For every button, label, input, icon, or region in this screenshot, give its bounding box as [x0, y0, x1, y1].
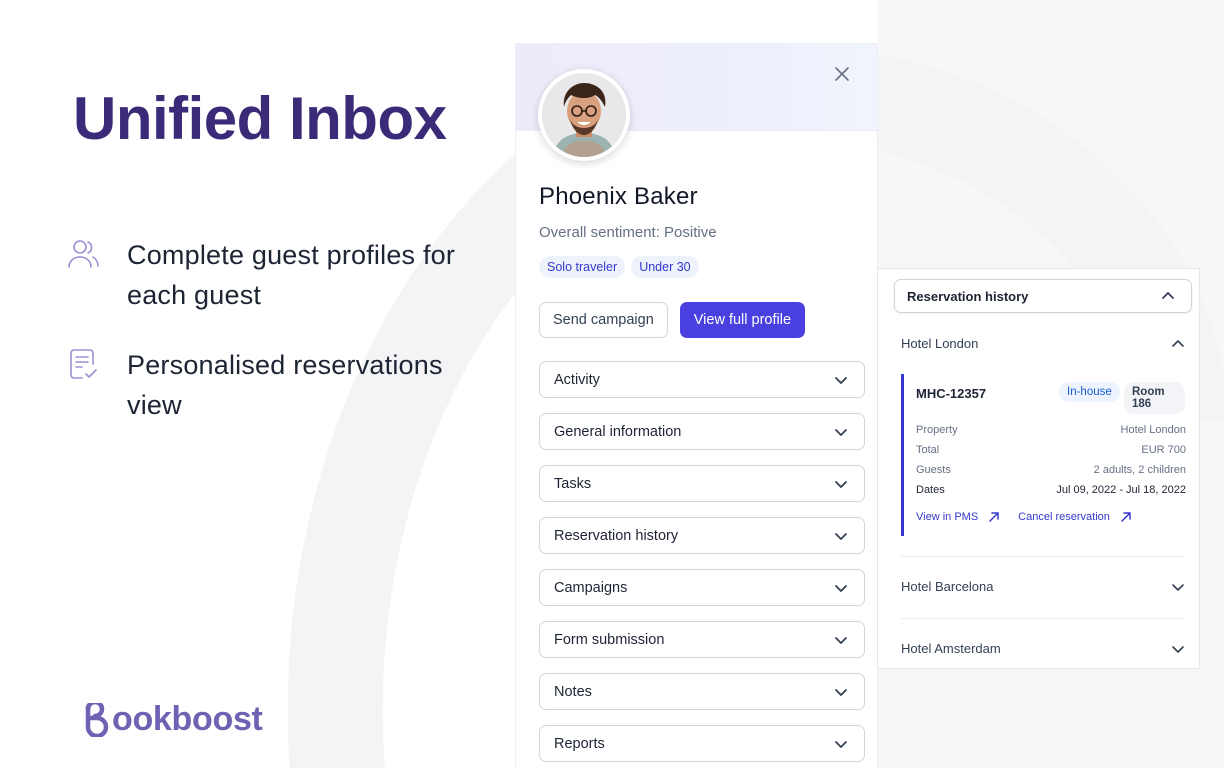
reservation-history-header[interactable]: Reservation history — [894, 279, 1192, 313]
reservation-links: View in PMS Cancel reservation — [916, 511, 1132, 523]
detail-property: Property Hotel London — [916, 424, 1186, 436]
view-in-pms-link[interactable]: View in PMS — [916, 511, 1000, 523]
logo-text: ookboost — [112, 700, 263, 738]
detail-label: Property — [916, 424, 958, 436]
tag-under-30: Under 30 — [631, 256, 699, 278]
detail-dates: Dates Jul 09, 2022 - Jul 18, 2022 — [916, 484, 1186, 496]
users-icon — [68, 240, 99, 268]
section-reports[interactable]: Reports — [539, 725, 865, 762]
tag-solo-traveler: Solo traveler — [539, 256, 626, 278]
avatar — [538, 69, 630, 161]
section-notes[interactable]: Notes — [539, 673, 865, 710]
section-label: Reservation history — [554, 527, 679, 544]
chevron-up-icon — [1172, 339, 1184, 347]
divider — [901, 618, 1185, 619]
hotel-name: Hotel Amsterdam — [901, 641, 1001, 656]
reservation-card: MHC-12357 In-house Room 186 Property Hot… — [901, 374, 1186, 536]
arrow-up-right-icon — [989, 512, 999, 522]
detail-label: Guests — [916, 464, 951, 476]
link-label: Cancel reservation — [1018, 511, 1110, 523]
document-check-icon — [70, 349, 97, 379]
hotel-name: Hotel London — [901, 336, 979, 351]
hotel-row-barcelona[interactable]: Hotel Barcelona — [901, 579, 1185, 594]
chevron-down-icon — [835, 584, 847, 592]
section-label: General information — [554, 423, 682, 440]
chevron-up-icon — [1162, 292, 1174, 299]
chevron-down-icon — [835, 376, 847, 384]
bookboost-logo-mark — [85, 702, 109, 737]
guest-tags: Solo traveler Under 30 — [539, 256, 699, 278]
page-title: Unified Inbox — [73, 85, 447, 152]
detail-value: Jul 09, 2022 - Jul 18, 2022 — [1056, 484, 1186, 496]
chevron-down-icon — [835, 688, 847, 696]
guest-name: Phoenix Baker — [539, 183, 698, 210]
hotel-row-london[interactable]: Hotel London — [901, 336, 1185, 351]
chevron-down-icon — [835, 636, 847, 644]
reservation-history-panel: Reservation history Hotel London MHC-123… — [877, 268, 1200, 669]
chevron-down-icon — [1172, 645, 1184, 653]
reservation-code: MHC-12357 — [916, 386, 987, 401]
section-label: Form submission — [554, 631, 665, 648]
feature-text: Personalised reservations view — [127, 350, 443, 420]
chevron-down-icon — [835, 428, 847, 436]
detail-value: EUR 700 — [1141, 444, 1186, 456]
feature-text: Complete guest profiles for each guest — [127, 240, 456, 310]
link-label: View in PMS — [916, 511, 979, 523]
chevron-down-icon — [835, 480, 847, 488]
send-campaign-button[interactable]: Send campaign — [539, 302, 668, 338]
profile-sections: Activity General information Tasks Reser… — [539, 361, 865, 768]
detail-guests: Guests 2 adults, 2 children — [916, 464, 1186, 476]
guest-photo — [542, 73, 626, 157]
section-general-information[interactable]: General information — [539, 413, 865, 450]
close-icon[interactable] — [833, 65, 851, 83]
section-activity[interactable]: Activity — [539, 361, 865, 398]
room-badge: Room 186 — [1124, 382, 1185, 414]
detail-value: Hotel London — [1120, 424, 1186, 436]
chevron-down-icon — [1172, 583, 1184, 591]
section-label: Notes — [554, 683, 592, 700]
section-label: Activity — [554, 371, 600, 388]
section-campaigns[interactable]: Campaigns — [539, 569, 865, 606]
status-badge: In-house — [1059, 382, 1120, 402]
bookboost-logo: ookboost — [82, 700, 263, 739]
section-label: Campaigns — [554, 579, 628, 596]
arrow-up-right-icon — [1121, 512, 1131, 522]
section-label: Tasks — [554, 475, 592, 492]
profile-actions: Send campaign View full profile — [539, 302, 806, 338]
cancel-reservation-link[interactable]: Cancel reservation — [1018, 511, 1132, 523]
hotel-row-amsterdam[interactable]: Hotel Amsterdam — [901, 641, 1185, 656]
reservation-history-title: Reservation history — [907, 288, 1029, 304]
view-full-profile-button[interactable]: View full profile — [679, 302, 806, 338]
detail-label: Total — [916, 444, 940, 456]
section-label: Reports — [554, 735, 605, 752]
section-tasks[interactable]: Tasks — [539, 465, 865, 502]
feature-guest-profiles: Complete guest profiles for each guest — [66, 235, 467, 315]
sentiment-text: Overall sentiment: Positive — [539, 224, 717, 241]
chevron-down-icon — [835, 532, 847, 540]
feature-reservations-view: Personalised reservations view — [66, 345, 467, 425]
detail-value: 2 adults, 2 children — [1093, 464, 1186, 476]
section-reservation-history[interactable]: Reservation history — [539, 517, 865, 554]
divider — [901, 556, 1185, 557]
chevron-down-icon — [835, 740, 847, 748]
guest-profile-panel: Phoenix Baker Overall sentiment: Positiv… — [515, 43, 878, 768]
detail-total: Total EUR 700 — [916, 444, 1186, 456]
section-form-submission[interactable]: Form submission — [539, 621, 865, 658]
hotel-name: Hotel Barcelona — [901, 579, 994, 594]
detail-label: Dates — [916, 484, 945, 496]
